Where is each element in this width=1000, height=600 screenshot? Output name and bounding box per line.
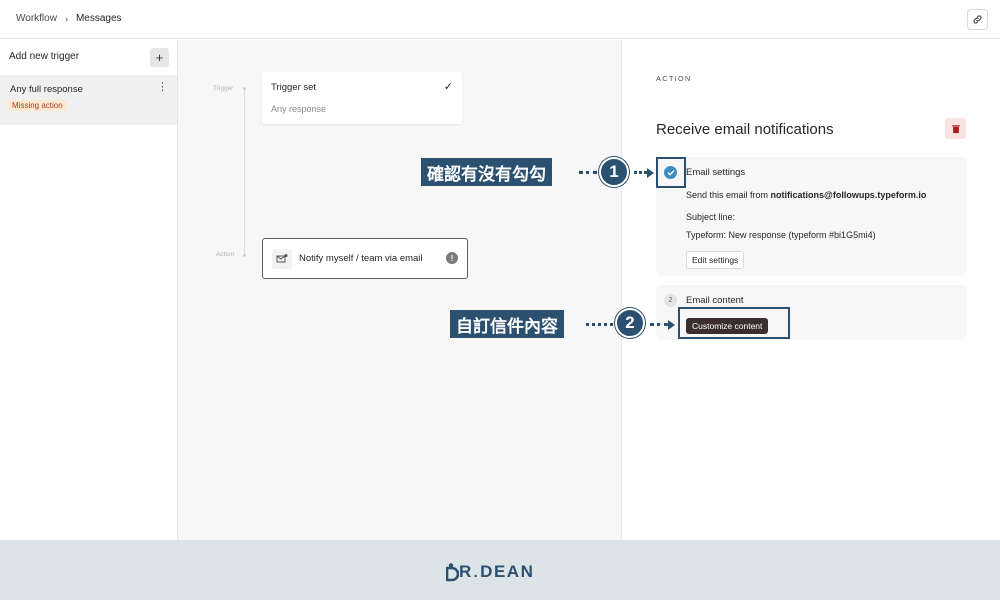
panel-title: Receive email notifications bbox=[656, 121, 834, 138]
sidebar-title: Add new trigger bbox=[9, 51, 80, 62]
brand-dot: . bbox=[473, 564, 480, 580]
kebab-menu-icon[interactable]: ⋮ bbox=[157, 82, 168, 93]
action-node-dot bbox=[243, 254, 246, 257]
action-card[interactable]: Notify myself / team via email ! bbox=[262, 238, 468, 279]
annotation-2-dots-right bbox=[650, 323, 668, 326]
trigger-card-title: Trigger set bbox=[271, 82, 317, 93]
delete-action-button[interactable] bbox=[945, 118, 966, 139]
annotation-2-arrow bbox=[668, 320, 675, 330]
annotation-1-highlight bbox=[656, 157, 686, 188]
sender-line: Send this email from notifications@follo… bbox=[686, 190, 926, 200]
action-panel: ACTION Receive email notifications Email… bbox=[623, 40, 1000, 540]
copy-link-button[interactable] bbox=[967, 9, 988, 30]
panel-kicker: ACTION bbox=[656, 74, 692, 83]
trigger-item-label: Any full response bbox=[10, 84, 83, 95]
annotation-1-arrow bbox=[647, 168, 654, 178]
email-content-title: Email content bbox=[686, 295, 744, 306]
annotation-1-dots-right bbox=[634, 171, 647, 174]
annotation-2-label: 自訂信件內容 bbox=[450, 310, 564, 338]
top-bar: Workflow › Messages bbox=[0, 0, 1000, 39]
annotation-1-number: 1 bbox=[599, 157, 629, 187]
step-number: 2 bbox=[664, 294, 677, 307]
trigger-node-dot bbox=[243, 87, 246, 90]
annotation-2-highlight bbox=[678, 307, 790, 339]
email-settings-card: Email settings Send this email from noti… bbox=[656, 157, 967, 276]
flow-connector bbox=[244, 90, 245, 255]
trigger-card-subtitle: Any response bbox=[271, 104, 327, 114]
sender-address: notifications@followups.typeform.io bbox=[770, 190, 927, 200]
brand-footer: R . DEAN bbox=[0, 540, 1000, 600]
annotation-2-number: 2 bbox=[615, 308, 645, 338]
annotation-1-label: 確認有沒有勾勾 bbox=[421, 158, 552, 186]
breadcrumb-workflow[interactable]: Workflow bbox=[16, 13, 57, 24]
trigger-sidebar: Add new trigger + Any full response ⋮ Mi… bbox=[0, 40, 178, 540]
sender-prefix: Send this email from bbox=[686, 190, 771, 200]
breadcrumb: Workflow › Messages bbox=[16, 13, 122, 24]
edit-settings-button[interactable]: Edit settings bbox=[686, 251, 745, 269]
brand-d-icon bbox=[446, 562, 459, 581]
brand-text-dean: DEAN bbox=[480, 562, 535, 581]
workflow-canvas: Trigger Action Trigger set Any response … bbox=[178, 40, 622, 540]
annotation-1-dots-left bbox=[579, 171, 597, 174]
trigger-card[interactable]: Trigger set Any response ✓ bbox=[262, 72, 462, 124]
subject-value: Typeform: New response (typeform #bi1G5m… bbox=[686, 230, 876, 240]
breadcrumb-separator: › bbox=[64, 13, 68, 24]
breadcrumb-messages: Messages bbox=[75, 13, 122, 24]
trigger-step-label: Trigger bbox=[213, 85, 234, 92]
subject-label: Subject line: bbox=[686, 212, 736, 222]
add-trigger-button[interactable]: + bbox=[150, 48, 169, 67]
link-icon bbox=[973, 15, 982, 24]
checkmark-icon: ✓ bbox=[443, 81, 453, 93]
action-card-label: Notify myself / team via email bbox=[299, 253, 423, 264]
brand-text-r: R bbox=[459, 562, 473, 581]
action-step-label: Action bbox=[216, 251, 235, 258]
status-badge: Missing action bbox=[8, 100, 67, 111]
trigger-item-any-full-response[interactable]: Any full response ⋮ Missing action bbox=[0, 75, 177, 125]
annotation-2-dots-left bbox=[586, 323, 613, 326]
mail-notification-icon bbox=[272, 249, 292, 269]
dr-dean-logo: R . DEAN bbox=[446, 562, 534, 582]
email-settings-title: Email settings bbox=[686, 167, 746, 178]
warning-icon: ! bbox=[446, 252, 458, 264]
trash-icon bbox=[951, 124, 960, 133]
